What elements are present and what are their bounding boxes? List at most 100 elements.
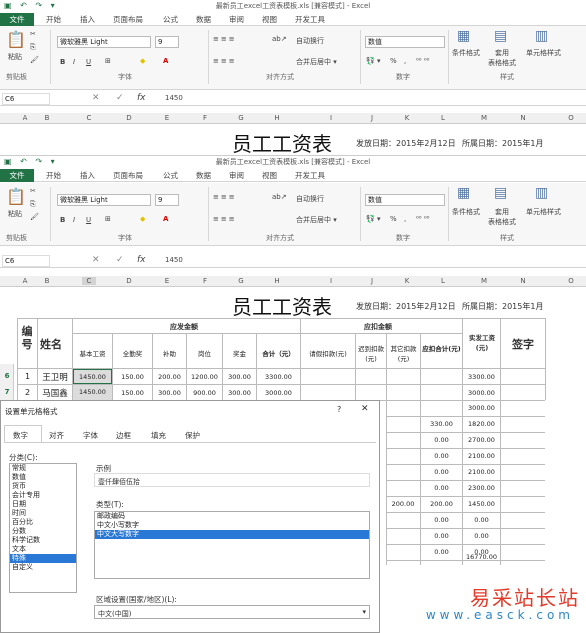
decimal-icons[interactable]: ⁰⁰ ⁰⁰ [416, 57, 429, 65]
cell-value[interactable]: 0.00 [421, 484, 462, 492]
comma-button[interactable]: , [404, 57, 406, 65]
cell-value[interactable]: 150.00 [113, 373, 152, 381]
type-item[interactable]: 邮政编码 [95, 512, 369, 521]
cell-net[interactable]: 3000.00 [463, 389, 500, 397]
formula-input[interactable]: 1450 [165, 256, 183, 264]
tab-data[interactable]: 数据 [196, 170, 211, 181]
paste-label[interactable]: 粘贴 [8, 209, 22, 219]
tab-view[interactable]: 视图 [262, 14, 277, 25]
cell-value[interactable]: 0.00 [421, 452, 462, 460]
col-header[interactable]: B [40, 277, 54, 285]
cell-style-button[interactable]: 单元格样式 [526, 48, 561, 58]
paste-label[interactable]: 粘贴 [8, 52, 22, 62]
conditional-format-button[interactable]: 条件格式 [452, 48, 480, 58]
tab-developer[interactable]: 开发工具 [295, 14, 325, 25]
col-header[interactable]: O [564, 277, 578, 285]
tab-insert[interactable]: 插入 [80, 170, 95, 181]
tab-file[interactable]: 文件 [0, 169, 34, 182]
locale-select[interactable]: 中文(中国) ▾ [94, 605, 370, 619]
col-header-selected[interactable]: C [82, 277, 96, 285]
col-header[interactable]: J [365, 277, 379, 285]
category-item[interactable]: 时间 [10, 509, 76, 518]
category-item[interactable]: 分数 [10, 527, 76, 536]
bold-button[interactable]: B [60, 58, 65, 66]
col-header[interactable]: D [122, 277, 136, 285]
format-painter-icon[interactable]: 🖌 [30, 56, 39, 64]
tab-page-layout[interactable]: 页面布局 [113, 14, 143, 25]
col-header[interactable]: A [18, 277, 32, 285]
type-list[interactable]: 邮政编码 中文小写数字 中文大写数字 [94, 511, 370, 579]
font-size-box[interactable]: 9 [155, 36, 179, 48]
font-color-icon[interactable]: A [163, 57, 168, 65]
cell-value[interactable]: 0.00 [421, 468, 462, 476]
cell-value[interactable]: 0.00 [421, 516, 462, 524]
format-painter-icon[interactable]: 🖌 [30, 213, 39, 221]
number-format-box[interactable]: 数值 [365, 36, 445, 48]
align-left-icons[interactable]: ≡≡≡ [213, 57, 237, 65]
underline-button[interactable]: U [86, 216, 91, 224]
currency-icon[interactable]: 💱 ▾ [366, 215, 380, 223]
table-format-button[interactable]: 套用 表格格式 [488, 207, 516, 227]
underline-button[interactable]: U [86, 58, 91, 66]
enter-icon[interactable]: ✓ [116, 93, 124, 103]
tab-home[interactable]: 开始 [46, 170, 61, 181]
wrap-text-button[interactable]: 自动换行 [296, 36, 324, 46]
italic-button[interactable]: I [73, 216, 75, 224]
table-format-icon[interactable]: ▤ [494, 185, 507, 201]
cell-no[interactable]: 1 [18, 372, 37, 381]
cell-value[interactable]: 200.00 [386, 500, 420, 508]
tab-review[interactable]: 审阅 [229, 170, 244, 181]
cell-value[interactable]: 1820.00 [463, 420, 500, 428]
cell-style-icon[interactable]: ▥ [535, 185, 548, 201]
cut-icon[interactable]: ✂ [30, 30, 36, 38]
category-list[interactable]: 常规 数值 货币 会计专用 日期 时间 百分比 分数 科学记数 文本 特殊 自定… [9, 463, 77, 593]
col-header[interactable]: A [18, 114, 32, 122]
col-header[interactable]: H [270, 114, 284, 122]
fx-button[interactable]: fx [137, 255, 146, 265]
cell-value[interactable]: 200.00 [153, 373, 186, 381]
category-item[interactable]: 常规 [10, 464, 76, 473]
align-top-icons[interactable]: ≡≡≡ [213, 193, 237, 201]
category-item[interactable]: 货币 [10, 482, 76, 491]
cell-value[interactable]: 0.00 [463, 532, 500, 540]
col-header[interactable]: C [82, 114, 96, 122]
cell-total[interactable]: 16770.00 [463, 553, 500, 561]
cell-c6-selected[interactable]: 1450.00 [73, 369, 112, 384]
cancel-icon[interactable]: ✕ [92, 255, 100, 265]
table-format-icon[interactable]: ▤ [494, 28, 507, 44]
help-button[interactable]: ? [337, 405, 341, 414]
number-format-box[interactable]: 数值 [365, 194, 445, 206]
percent-button[interactable]: % [390, 215, 397, 223]
col-header[interactable]: J [365, 114, 379, 122]
cancel-icon[interactable]: ✕ [92, 93, 100, 103]
cell-value[interactable]: 2100.00 [463, 452, 500, 460]
cell-value[interactable]: 3000.00 [463, 404, 500, 412]
col-header[interactable]: B [40, 114, 54, 122]
cell-no[interactable]: 2 [18, 388, 37, 397]
col-header[interactable]: I [324, 277, 338, 285]
cell-name[interactable]: 马国鑫 [38, 387, 72, 399]
category-item[interactable]: 百分比 [10, 518, 76, 527]
cell-value[interactable]: 300.00 [223, 389, 256, 397]
category-item[interactable]: 文本 [10, 545, 76, 554]
paste-icon[interactable]: 📋 [6, 187, 26, 206]
cell-value[interactable]: 1200.00 [187, 373, 222, 381]
cell-value[interactable]: 0.00 [421, 532, 462, 540]
cell-value[interactable]: 900.00 [187, 389, 222, 397]
orientation-icon[interactable]: ab↗ [272, 193, 287, 201]
fill-color-icon[interactable]: ◆ [140, 57, 145, 65]
merge-center-button[interactable]: 合并后居中 ▾ [296, 215, 337, 225]
category-item[interactable]: 科学记数 [10, 536, 76, 545]
category-item-selected[interactable]: 特殊 [10, 554, 76, 563]
merge-center-button[interactable]: 合并后居中 ▾ [296, 57, 337, 67]
tab-number[interactable]: 数字 [13, 430, 28, 441]
conditional-format-icon[interactable]: ▦ [457, 185, 470, 201]
font-name-box[interactable]: 微软雅黑 Light [57, 194, 151, 206]
copy-icon[interactable]: ⎘ [30, 200, 36, 209]
row-header-7[interactable]: 7 [0, 388, 14, 396]
col-header[interactable]: H [270, 277, 284, 285]
cell-value[interactable]: 3000.00 [257, 389, 300, 397]
close-button[interactable]: ✕ [361, 404, 369, 414]
currency-icon[interactable]: 💱 ▾ [366, 57, 380, 65]
italic-button[interactable]: I [73, 58, 75, 66]
